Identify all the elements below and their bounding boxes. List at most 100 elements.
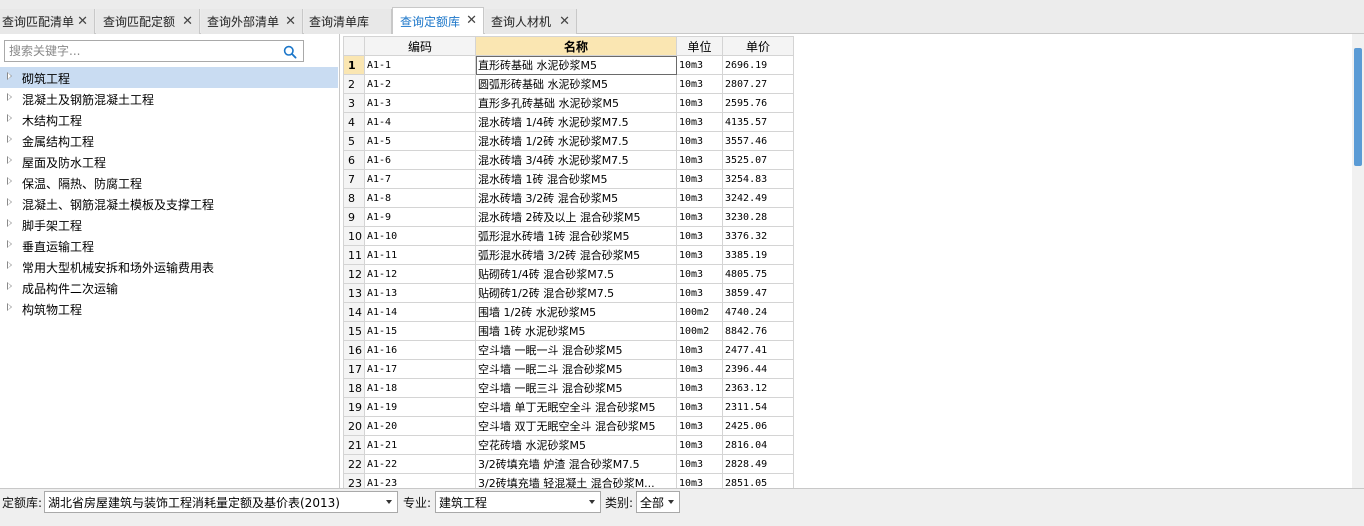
unit-price-cell[interactable]: 2477.41: [722, 340, 794, 360]
unit-price-cell[interactable]: 3525.07: [722, 150, 794, 170]
expand-arrow-icon[interactable]: [7, 114, 12, 122]
unit-price-cell[interactable]: 2311.54: [722, 397, 794, 417]
unit-cell[interactable]: 10m3: [676, 226, 723, 246]
table-row[interactable]: 14 A1-14 围墙 1/2砖 水泥砂浆M5 100m2 4740.24: [343, 302, 794, 322]
unit-price-cell[interactable]: 8842.76: [722, 321, 794, 341]
row-number[interactable]: 22: [343, 454, 365, 474]
quota-code-cell[interactable]: A1-3: [364, 93, 476, 113]
close-icon[interactable]: ✕: [466, 13, 477, 28]
close-icon[interactable]: ✕: [559, 13, 570, 28]
row-number[interactable]: 6: [343, 150, 365, 170]
quota-name-cell[interactable]: 围墙 1砖 水泥砂浆M5: [475, 321, 677, 341]
row-number[interactable]: 15: [343, 321, 365, 341]
row-number[interactable]: 13: [343, 283, 365, 303]
quota-code-cell[interactable]: A1-13: [364, 283, 476, 303]
unit-cell[interactable]: 10m3: [676, 169, 723, 189]
close-icon[interactable]: ✕: [182, 13, 193, 28]
table-row[interactable]: 13 A1-13 贴砌砖1/2砖 混合砂浆M7.5 10m3 3859.47: [343, 283, 794, 303]
quota-code-cell[interactable]: A1-12: [364, 264, 476, 284]
unit-price-cell[interactable]: 2696.19: [722, 55, 794, 75]
unit-price-cell[interactable]: 4135.57: [722, 112, 794, 132]
quota-name-cell[interactable]: 贴砌砖1/2砖 混合砂浆M7.5: [475, 283, 677, 303]
unit-column-header[interactable]: 单位: [676, 36, 723, 56]
unit-price-cell[interactable]: 3254.83: [722, 169, 794, 189]
tree-node-insulation[interactable]: 保温、隔热、防腐工程: [0, 172, 338, 193]
expand-arrow-icon[interactable]: [7, 93, 12, 101]
unit-cell[interactable]: 10m3: [676, 283, 723, 303]
tree-node-scaffold[interactable]: 脚手架工程: [0, 214, 338, 235]
chevron-down-icon[interactable]: [589, 500, 595, 504]
quota-name-cell[interactable]: 空斗墙 双丁无眠空全斗 混合砂浆M5: [475, 416, 677, 436]
table-row[interactable]: 9 A1-9 混水砖墙 2砖及以上 混合砂浆M5 10m3 3230.28: [343, 207, 794, 227]
quota-name-cell[interactable]: 直形多孔砖基础 水泥砂浆M5: [475, 93, 677, 113]
unit-price-cell[interactable]: 3859.47: [722, 283, 794, 303]
quota-code-cell[interactable]: A1-5: [364, 131, 476, 151]
unit-cell[interactable]: 10m3: [676, 416, 723, 436]
unit-price-cell[interactable]: 2595.76: [722, 93, 794, 113]
row-number[interactable]: 20: [343, 416, 365, 436]
tab-query-external-list[interactable]: 查询外部清单 ✕: [201, 9, 303, 34]
scrollbar-thumb[interactable]: [1354, 48, 1362, 166]
unit-cell[interactable]: 100m2: [676, 302, 723, 322]
unit-price-cell[interactable]: 3242.49: [722, 188, 794, 208]
expand-arrow-icon[interactable]: [7, 219, 12, 227]
quota-code-cell[interactable]: A1-2: [364, 74, 476, 94]
row-number[interactable]: 21: [343, 435, 365, 455]
table-row[interactable]: 5 A1-5 混水砖墙 1/2砖 水泥砂浆M7.5 10m3 3557.46: [343, 131, 794, 151]
tree-node-prefab-transport[interactable]: 成品构件二次运输: [0, 277, 338, 298]
quota-code-cell[interactable]: A1-16: [364, 340, 476, 360]
quota-name-cell[interactable]: 弧形混水砖墙 1砖 混合砂浆M5: [475, 226, 677, 246]
row-number[interactable]: 11: [343, 245, 365, 265]
quota-name-cell[interactable]: 直形砖基础 水泥砂浆M5: [475, 55, 677, 75]
quota-name-cell[interactable]: 3/2砖填充墙 炉渣 混合砂浆M7.5: [475, 454, 677, 474]
quota-code-cell[interactable]: A1-4: [364, 112, 476, 132]
unit-cell[interactable]: 10m3: [676, 245, 723, 265]
unit-cell[interactable]: 10m3: [676, 207, 723, 227]
row-number[interactable]: 12: [343, 264, 365, 284]
quota-name-cell[interactable]: 空斗墙 一眠二斗 混合砂浆M5: [475, 359, 677, 379]
row-number[interactable]: 18: [343, 378, 365, 398]
unit-price-cell[interactable]: 4740.24: [722, 302, 794, 322]
unit-cell[interactable]: 10m3: [676, 131, 723, 151]
row-number[interactable]: 19: [343, 397, 365, 417]
quota-code-cell[interactable]: A1-21: [364, 435, 476, 455]
tree-node-vertical-transport[interactable]: 垂直运输工程: [0, 235, 338, 256]
expand-arrow-icon[interactable]: [7, 303, 12, 311]
tree-node-concrete[interactable]: 混凝土及钢筋混凝土工程: [0, 88, 338, 109]
table-row[interactable]: 1 A1-1 直形砖基础 水泥砂浆M5 10m3 2696.19: [343, 55, 794, 75]
unit-price-cell[interactable]: 2807.27: [722, 74, 794, 94]
tab-query-list-library[interactable]: 查询清单库: [304, 9, 392, 34]
unit-price-cell[interactable]: 2363.12: [722, 378, 794, 398]
quota-code-cell[interactable]: A1-10: [364, 226, 476, 246]
unit-cell[interactable]: 10m3: [676, 454, 723, 474]
table-row[interactable]: 19 A1-19 空斗墙 单丁无眠空全斗 混合砂浆M5 10m3 2311.54: [343, 397, 794, 417]
tree-node-formwork[interactable]: 混凝土、钢筋混凝土模板及支撑工程: [0, 193, 338, 214]
unit-cell[interactable]: 100m2: [676, 321, 723, 341]
unit-price-cell[interactable]: 2828.49: [722, 454, 794, 474]
tree-node-metal[interactable]: 金属结构工程: [0, 130, 338, 151]
table-row[interactable]: 15 A1-15 围墙 1砖 水泥砂浆M5 100m2 8842.76: [343, 321, 794, 341]
quota-name-cell[interactable]: 混水砖墙 1砖 混合砂浆M5: [475, 169, 677, 189]
tab-query-matched-list[interactable]: 查询匹配清单 ✕: [0, 9, 95, 34]
row-number[interactable]: 10: [343, 226, 365, 246]
search-icon[interactable]: [283, 45, 297, 59]
tab-query-labor-material-machine[interactable]: 查询人材机 ✕: [485, 9, 577, 34]
quota-code-cell[interactable]: A1-6: [364, 150, 476, 170]
quota-code-cell[interactable]: A1-15: [364, 321, 476, 341]
row-number[interactable]: 17: [343, 359, 365, 379]
table-row[interactable]: 4 A1-4 混水砖墙 1/4砖 水泥砂浆M7.5 10m3 4135.57: [343, 112, 794, 132]
code-column-header[interactable]: 编码: [364, 36, 476, 56]
row-number[interactable]: 5: [343, 131, 365, 151]
table-row[interactable]: 20 A1-20 空斗墙 双丁无眠空全斗 混合砂浆M5 10m3 2425.06: [343, 416, 794, 436]
unit-cell[interactable]: 10m3: [676, 188, 723, 208]
unit-cell[interactable]: 10m3: [676, 435, 723, 455]
table-row[interactable]: 10 A1-10 弧形混水砖墙 1砖 混合砂浆M5 10m3 3376.32: [343, 226, 794, 246]
quota-code-cell[interactable]: A1-18: [364, 378, 476, 398]
row-number[interactable]: 9: [343, 207, 365, 227]
row-number[interactable]: 2: [343, 74, 365, 94]
tree-node-masonry[interactable]: 砌筑工程: [0, 67, 338, 88]
quota-name-cell[interactable]: 围墙 1/2砖 水泥砂浆M5: [475, 302, 677, 322]
quota-name-cell[interactable]: 混水砖墙 1/4砖 水泥砂浆M7.5: [475, 112, 677, 132]
search-input[interactable]: [5, 41, 275, 61]
unit-cell[interactable]: 10m3: [676, 55, 723, 75]
